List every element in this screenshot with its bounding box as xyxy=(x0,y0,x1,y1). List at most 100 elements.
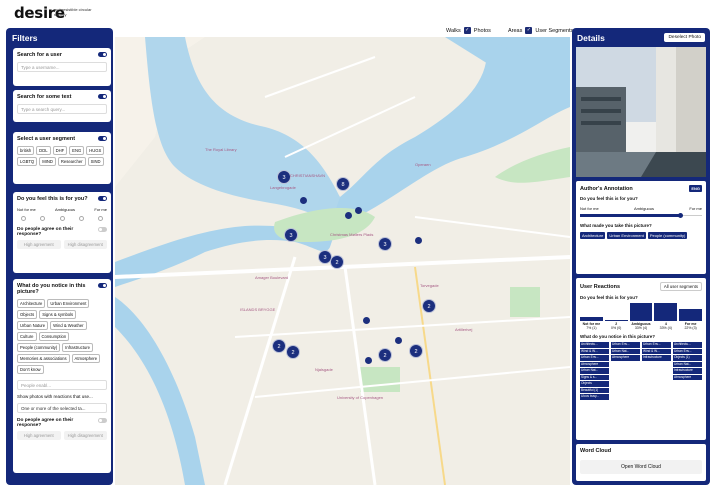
high-disagreement-button[interactable]: High disagreement xyxy=(63,431,107,440)
user-search-toggle[interactable] xyxy=(98,52,107,57)
map-cluster-marker[interactable]: 2 xyxy=(330,255,344,269)
notice-chip[interactable]: Wind & Weather xyxy=(50,321,87,330)
annotation-tag: Urban Environment xyxy=(607,232,646,239)
notice-select[interactable]: People enabl... xyxy=(17,380,107,390)
notice-chip[interactable]: Architecture xyxy=(17,299,46,308)
notice-chip[interactable]: Don't know xyxy=(17,365,44,374)
user-reactions-card: User Reactions All user segments Do you f… xyxy=(576,278,706,440)
map-photo-marker[interactable] xyxy=(415,237,422,244)
high-agreement-button[interactable]: High agreement xyxy=(17,431,61,440)
feel-toggle[interactable] xyxy=(98,196,107,201)
show-photos-select[interactable]: One or more of the selected ta... xyxy=(17,403,107,413)
map-label: CHRISTIANSHAVN xyxy=(290,173,326,178)
reaction-bar xyxy=(580,317,603,321)
map-label: University of Copenhagen xyxy=(337,395,384,400)
reaction-tag: Wind & W... xyxy=(580,348,609,354)
layer-areas[interactable]: Areas ✓ User Segments xyxy=(508,27,573,34)
segment-chip[interactable]: Researcher xyxy=(57,157,86,166)
notice-chip[interactable]: People (community) xyxy=(17,343,61,352)
notice-chip[interactable]: Infrastructure xyxy=(62,343,93,352)
segment-select[interactable]: All user segments xyxy=(659,282,702,291)
segment-chip[interactable]: HUGS xyxy=(86,146,105,155)
map-cluster-marker[interactable]: 3 xyxy=(378,237,392,251)
feel-agree-label: Do people agree on their response? xyxy=(17,227,74,237)
map-cluster-marker[interactable]: 3 xyxy=(277,170,291,184)
notice-agree-toggle[interactable] xyxy=(98,418,107,423)
user-search-input[interactable]: Type a username... xyxy=(17,62,107,72)
notice-chip[interactable]: Objects xyxy=(17,310,38,319)
reaction-bars xyxy=(580,303,702,321)
reaction-bar xyxy=(679,309,702,321)
walks-label: Walks xyxy=(446,27,461,34)
segment-chip[interactable]: SIND xyxy=(87,157,104,166)
segment-chip[interactable]: british xyxy=(17,146,35,155)
layer-walks[interactable]: Walks ✓ Photos xyxy=(446,27,491,34)
reaction-bar-label: 2 0% (0) xyxy=(605,322,628,330)
reaction-tag: Atmosphere xyxy=(611,355,640,361)
text-search-toggle[interactable] xyxy=(98,94,107,99)
notice-chip[interactable]: Signs & symbols xyxy=(39,310,77,319)
segment-toggle[interactable] xyxy=(98,136,107,141)
segment-chip[interactable]: LGBTQ xyxy=(17,157,38,166)
feel-radio[interactable] xyxy=(59,216,65,221)
feel-radio[interactable] xyxy=(40,216,46,221)
notice-agree-label: Do people agree on their response? xyxy=(17,418,74,428)
reaction-tag-columns: Architectu... Wind & W... Urban Env... Atmo… xyxy=(580,342,702,400)
reaction-bar-percent: 33% (4) xyxy=(659,326,672,330)
text-search-input[interactable]: Type a search query... xyxy=(17,104,107,114)
notice-chip[interactable]: Atmosphere xyxy=(71,354,101,363)
reaction-tag: Objects (1) xyxy=(673,355,702,361)
map-photo-marker[interactable] xyxy=(300,197,307,204)
map-label: Christmas Møllers Plads xyxy=(330,232,374,237)
annotation-tags: Architecture Urban Environment People (com… xyxy=(580,232,702,239)
map-photo-marker[interactable] xyxy=(395,337,402,344)
high-disagreement-button[interactable]: High disagreement xyxy=(63,240,107,249)
feel-agree-toggle[interactable] xyxy=(98,227,107,232)
map-cluster-marker[interactable]: 2 xyxy=(272,339,286,353)
segment-chip[interactable]: ENG xyxy=(69,146,85,155)
map-photo-marker[interactable] xyxy=(345,212,352,219)
notice-chip[interactable]: Urban Environment xyxy=(47,299,90,308)
segment-chip[interactable]: MIND xyxy=(39,157,56,166)
reactions-q1: Do you feel this is for you? xyxy=(580,295,638,300)
user-search-label: Search for a user xyxy=(17,52,62,58)
high-agreement-button[interactable]: High agreement xyxy=(17,240,61,249)
map-cluster-marker[interactable]: 2 xyxy=(422,299,436,313)
ann-scale-right: For me xyxy=(689,206,702,211)
map-photo-marker[interactable] xyxy=(355,207,362,214)
annotation-q1: Do you feel this is for you? xyxy=(580,196,638,201)
annotation-slider xyxy=(580,213,702,219)
map-photo-marker[interactable] xyxy=(363,317,370,324)
feel-radio[interactable] xyxy=(98,216,103,221)
map[interactable]: 38332322222 CHRISTIANSHAVN ISLANDS BRYGGE… xyxy=(115,37,570,485)
map-cluster-marker[interactable]: 3 xyxy=(284,228,298,242)
segment-chip[interactable]: DDL xyxy=(36,146,51,155)
deselect-photo-button[interactable]: Deselect Photo xyxy=(664,33,705,42)
details-title: Details xyxy=(577,33,605,43)
areas-label: Areas xyxy=(508,27,523,34)
notice-toggle[interactable] xyxy=(98,283,107,288)
map-photo-marker[interactable] xyxy=(365,357,372,364)
feel-radio[interactable] xyxy=(78,216,84,221)
check-icon[interactable]: ✓ xyxy=(525,27,533,34)
segment-chip[interactable]: DHF xyxy=(52,146,68,155)
map-cluster-marker[interactable]: 2 xyxy=(286,345,300,359)
notice-chip[interactable]: Culture xyxy=(17,332,37,341)
map-cluster-marker[interactable]: 8 xyxy=(336,177,350,191)
map-label: Amager Boulevard xyxy=(255,275,289,280)
segment-card: Select a user segment british DDL DHF ENG HU… xyxy=(13,132,111,184)
feel-radio[interactable] xyxy=(21,216,26,221)
open-word-cloud-button[interactable]: Open Word Cloud xyxy=(580,460,702,474)
map-cluster-marker[interactable]: 2 xyxy=(409,344,423,358)
text-search-card: Search for some text Type a search query… xyxy=(13,90,111,122)
details-panel: Details Deselect Photo Author's Annotati… xyxy=(572,28,710,485)
map-label: Langebrogade xyxy=(270,185,296,190)
map-cluster-marker[interactable]: 2 xyxy=(378,348,392,362)
user-search-card: Search for a user Type a username... xyxy=(13,48,111,86)
check-icon[interactable]: ✓ xyxy=(463,27,471,34)
notice-chip[interactable]: Urban Nature xyxy=(17,321,49,330)
text-search-label: Search for some text xyxy=(17,94,72,100)
notice-chip[interactable]: Consumption xyxy=(38,332,70,341)
reaction-tag-column: Architectu... Wind & W... Urban Env... Atmo… xyxy=(580,342,609,400)
notice-chip[interactable]: Memories & associations xyxy=(17,354,70,363)
